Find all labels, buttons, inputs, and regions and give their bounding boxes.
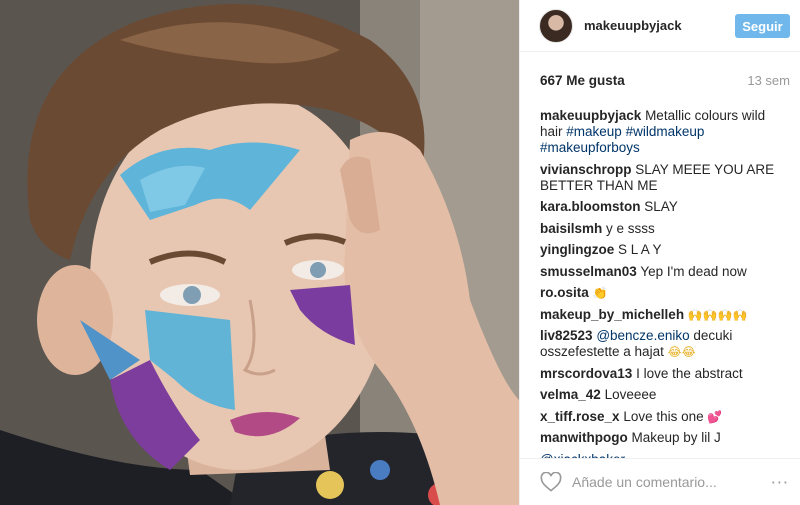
comment-text: Makeup by lil J: [631, 430, 721, 445]
comment-author[interactable]: liv82523: [540, 328, 593, 343]
comment-author[interactable]: smusselman03: [540, 264, 637, 279]
comment-item: makeuupbyjack Metallic colours wild hair…: [540, 108, 789, 156]
comment-item: liv82523 @bencze.eniko decuki osszefeste…: [540, 328, 789, 360]
comment-text: y e ssss: [606, 220, 655, 236]
comment-author[interactable]: makeuupbyjack: [540, 108, 641, 123]
comment-bar: ···: [520, 458, 800, 505]
post-photo[interactable]: [0, 0, 519, 505]
photo-illustration: [0, 0, 519, 505]
hashtag-link[interactable]: #wildmakeup: [626, 124, 705, 139]
comment-item: makeup_by_michelleh 🙌🙌🙌🙌: [540, 307, 789, 323]
comment-text: Loveeee: [604, 387, 657, 402]
comment-author[interactable]: makeup_by_michelleh: [540, 307, 684, 322]
more-options-icon[interactable]: ···: [771, 473, 789, 492]
comment-text: I love the abstract: [636, 365, 743, 381]
comment-author[interactable]: x_tiff.rose_x: [540, 409, 620, 424]
comment-item: baisilsmh y e ssss: [540, 221, 789, 237]
comments-list: makeuupbyjack Metallic colours wild hair…: [520, 108, 800, 458]
comment-item: ro.osita 👏: [540, 285, 789, 301]
comment-item: kara.bloomston SLAY: [540, 199, 789, 215]
comment-item: vivianschropp SLAY MEEE YOU ARE BETTER T…: [540, 162, 789, 194]
emoji-icon: 😂😂: [667, 345, 696, 359]
comment-author[interactable]: velma_42: [540, 387, 601, 402]
emoji-icon: 👏: [592, 286, 608, 300]
comment-author[interactable]: vivianschropp: [540, 162, 632, 177]
comment-item: mrscordova13 I love the abstract: [540, 366, 789, 382]
comment-input[interactable]: [572, 474, 771, 490]
comment-item: x_tiff.rose_x Love this one 💕: [540, 409, 789, 425]
comment-text: S L A Y: [618, 242, 662, 257]
follow-button[interactable]: Seguir: [735, 14, 790, 38]
post-age[interactable]: 13 sem: [747, 73, 790, 88]
comment-text: SLAY: [644, 199, 678, 214]
emoji-icon: 🙌🙌🙌🙌: [687, 307, 748, 322]
comment-mention[interactable]: @bencze.eniko: [596, 328, 689, 343]
comment-text: Yep I'm dead now: [640, 263, 747, 279]
post-header: makeuupbyjack Seguir: [520, 0, 800, 52]
emoji-icon: 💕: [707, 409, 723, 424]
comment-item: yinglingzoe S L A Y: [540, 242, 789, 258]
comment-item: smusselman03 Yep I'm dead now: [540, 264, 789, 280]
profile-avatar[interactable]: [539, 8, 573, 43]
hashtag-link[interactable]: #makeupforboys: [540, 140, 640, 155]
comment-author[interactable]: yinglingzoe: [540, 242, 614, 257]
comment-author[interactable]: manwithpogo: [540, 430, 628, 445]
comment-author[interactable]: mrscordova13: [540, 366, 632, 381]
header-username[interactable]: makeuupbyjack: [584, 18, 682, 33]
comment-item: manwithpogo Makeup by lil J: [540, 430, 789, 446]
comment-author[interactable]: kara.bloomston: [540, 199, 641, 214]
post-sidebar: makeuupbyjack Seguir 667 Me gusta 13 sem…: [519, 0, 800, 505]
hashtag-link[interactable]: #makeup: [566, 124, 622, 139]
comment-author[interactable]: baisilsmh: [540, 221, 602, 236]
heart-outline-icon[interactable]: [540, 472, 562, 492]
comment-text: Love this one: [623, 408, 704, 424]
comment-author[interactable]: ro.osita: [540, 285, 589, 300]
comment-item: velma_42 Loveeee: [540, 387, 789, 403]
likes-count[interactable]: 667 Me gusta: [540, 73, 625, 88]
